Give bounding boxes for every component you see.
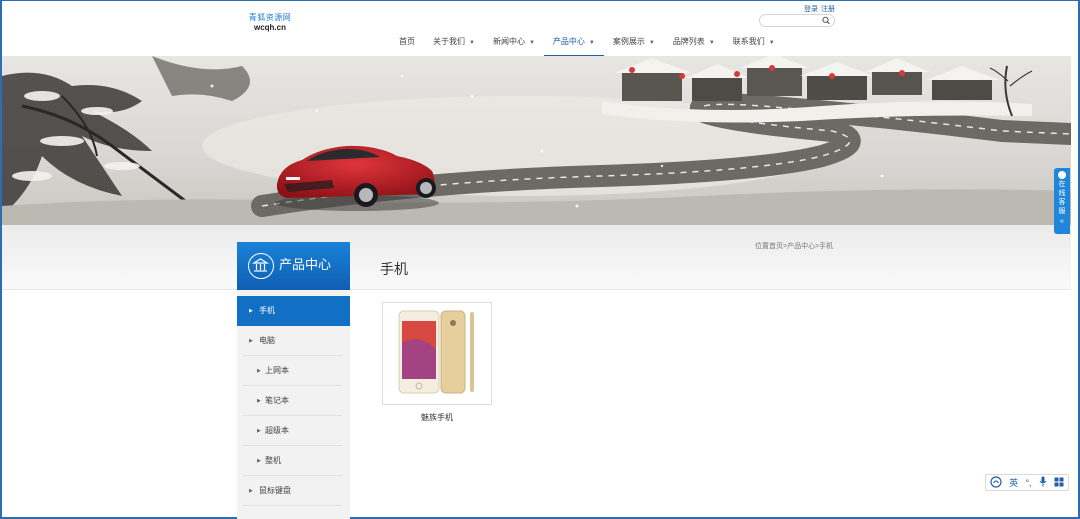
caret-right-icon: ▶ [249,488,253,494]
breadcrumb[interactable]: 位置首页>产品中心>手机 [755,241,833,251]
nav-item-home[interactable]: 首页 [390,27,424,57]
chevron-down-icon: ▼ [469,40,475,46]
sidebar-item-label: 手机 [259,306,275,315]
sidebar-item-netbook[interactable]: ▶ 上网本 [237,356,350,386]
sidebar-nav: ▶ 手机 ▶ 电脑 ▶ 上网本 ▶ 笔记本 ▶ 超级本 ▶ 整机 ▶ 鼠标键盘 [237,290,350,519]
search-box [759,14,835,27]
sidebar-item-ultrabook[interactable]: ▶ 超级本 [237,416,350,446]
user-icon [1058,171,1066,179]
sidebar-item-mouse-keyboard[interactable]: ▶ 鼠标键盘 [237,476,350,506]
sidebar-item-label: 整机 [265,456,281,465]
chevron-down-icon: ▼ [708,40,715,46]
winter-landscape-image [2,56,1071,225]
product-card[interactable] [382,302,492,405]
chevron-down-icon: ▼ [588,40,595,46]
caret-right-icon: ▶ [249,308,253,314]
product-name[interactable]: 魅族手机 [382,412,492,423]
main-nav: 首页 关于我们 ▼ 新闻中心 ▼ 产品中心 ▼ 案例展示 ▼ 品牌列表 ▼ 联系我们 ▼ [390,27,784,57]
ime-language-toggle[interactable]: 英 [1009,476,1018,489]
sidebar-item-desktop[interactable]: ▶ 整机 [237,446,350,476]
ime-toolbar: 英 °, [985,474,1069,491]
register-link[interactable]: 注册 [821,6,835,13]
search-icon[interactable] [821,15,831,26]
nav-item-brands[interactable]: 品牌列表 ▼ [664,27,724,57]
nav-label: 产品中心 [552,37,585,46]
nav-label: 品牌列表 [672,37,705,46]
nav-label: 联系我们 [732,37,765,46]
microphone-icon[interactable] [1039,476,1047,489]
search-input[interactable] [764,16,820,26]
sidebar-item-laptop[interactable]: ▶ 笔记本 [237,386,350,416]
nav-item-cases[interactable]: 案例展示 ▼ [604,27,664,57]
sidebar-item-label: 笔记本 [265,396,289,405]
chevron-down-icon: ▼ [648,40,655,46]
punctuation-icon[interactable]: °, [1025,478,1031,488]
nav-item-contact[interactable]: 联系我们 ▼ [724,27,784,57]
caret-right-icon: ▶ [257,428,261,434]
account-links: 登录 注册 [804,4,838,14]
sidebar-item-computer[interactable]: ▶ 电脑 [237,326,350,356]
login-link[interactable]: 登录 [804,6,818,13]
nav-label: 首页 [399,37,415,46]
sidebar-item-phone[interactable]: ▶ 手机 [237,296,350,326]
nav-label: 案例展示 [612,37,645,46]
double-chevron-icon: « [1060,218,1064,225]
site-header: 青狐资源网 wcqh.cn 登录 注册 首页 关于我们 ▼ 新闻中心 ▼ 产品中心 ▼ … [2,1,1078,57]
sidebar-item-label: 鼠标键盘 [259,486,291,495]
chevron-down-icon: ▼ [768,40,775,46]
caret-right-icon: ▶ [257,398,261,404]
caret-right-icon: ▶ [257,368,261,374]
grid-menu-icon[interactable] [1054,477,1064,489]
sidebar-item-label: 电脑 [259,336,275,345]
divider [243,505,342,506]
site-logo[interactable]: 青狐资源网 wcqh.cn [247,13,293,33]
online-service-tab[interactable]: 在线客服 « [1054,168,1070,234]
ime-logo-icon[interactable] [990,475,1002,490]
sidebar-title: 产品中心 [237,242,350,290]
page-title: 手机 [380,261,408,277]
nav-item-products[interactable]: 产品中心 ▼ [543,27,604,57]
bank-icon [248,253,274,279]
logo-text-en: wcqh.cn [253,23,286,32]
chevron-down-icon: ▼ [528,40,535,46]
caret-right-icon: ▶ [257,458,261,464]
sidebar-item-label: 上网本 [265,366,289,375]
sidebar-item-label: 超级本 [265,426,289,435]
logo-text-cn: 青狐资源网 [248,13,292,22]
nav-item-news[interactable]: 新闻中心 ▼ [484,27,544,57]
nav-label: 关于我们 [433,37,465,46]
product-image [398,310,474,394]
section-band [2,225,1071,290]
hero-banner [2,56,1071,225]
nav-label: 新闻中心 [492,37,525,46]
nav-item-about[interactable]: 关于我们 ▼ [424,27,484,57]
sidebar-title-text: 产品中心 [279,257,332,272]
caret-right-icon: ▶ [249,338,253,344]
online-service-label: 在线客服 [1058,181,1066,215]
